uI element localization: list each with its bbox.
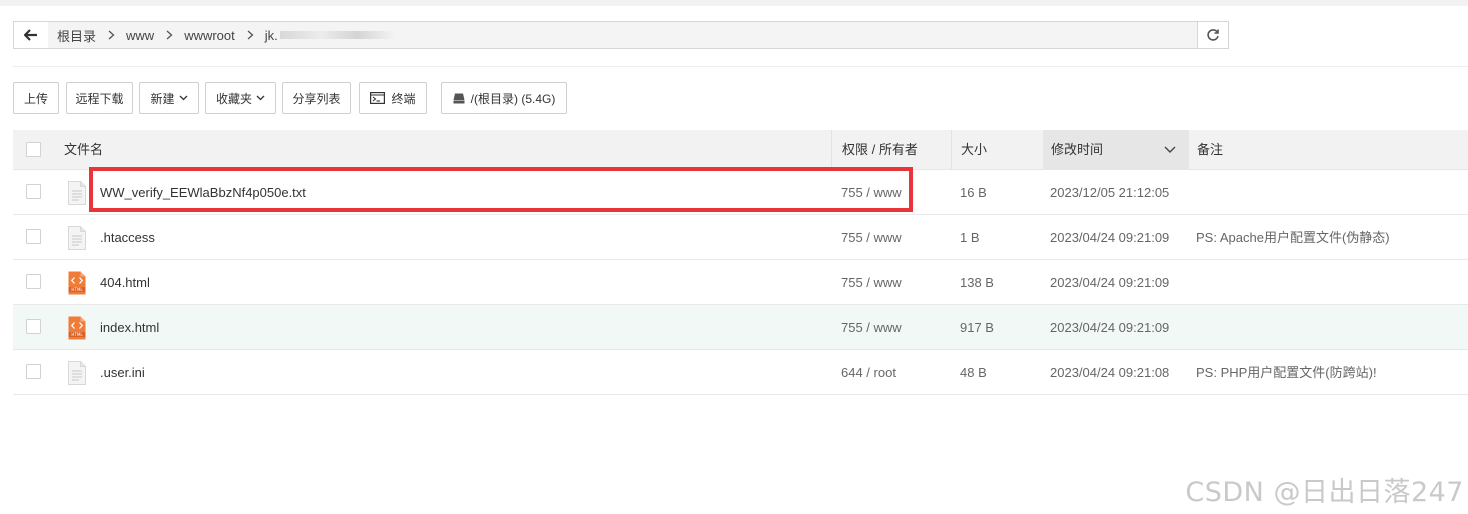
file-mtime: 2023/04/24 09:21:09 <box>1050 275 1170 290</box>
text-file-icon <box>68 226 86 250</box>
remote-download-label: 远程下载 <box>75 91 124 106</box>
file-permission[interactable]: 755 / www <box>841 215 902 259</box>
share-list-label: 分享列表 <box>292 91 341 106</box>
column-divider <box>831 130 832 169</box>
disk-label: /(根目录) (5.4G) <box>470 91 556 106</box>
chevron-down-icon <box>1164 146 1176 153</box>
table-row[interactable]: .user.ini 644 / root 48 B 2023/04/24 09:… <box>13 350 1468 395</box>
watermark-text: CSDN @日出日落247 <box>1185 477 1464 508</box>
file-size: 48 B <box>960 365 987 380</box>
file-name-link[interactable]: .user.ini <box>100 350 145 394</box>
file-permission[interactable]: 755 / www <box>841 305 902 349</box>
row-checkbox[interactable] <box>26 364 41 379</box>
file-mtime: 2023/04/24 09:21:09 <box>1050 320 1170 335</box>
text-file-icon <box>68 181 86 205</box>
table-row[interactable]: HTML 404.html 755 / www 138 B 2023/04/24… <box>13 260 1468 305</box>
refresh-icon <box>1207 29 1219 41</box>
file-size: 138 B <box>960 275 994 290</box>
table-row[interactable]: WW_verify_EEWlaBbzNf4p050e.txt 755 / www… <box>13 170 1468 215</box>
favorites-dropdown-button[interactable]: 收藏夹 <box>205 82 276 114</box>
chevron-down-icon <box>256 95 265 101</box>
file-name-link[interactable]: WW_verify_EEWlaBbzNf4p050e.txt <box>100 170 306 214</box>
file-table-header: 文件名 权限 / 所有者 大小 修改时间 备注 <box>13 130 1468 170</box>
file-name-link[interactable]: index.html <box>100 305 159 349</box>
chevron-right-icon <box>166 30 173 40</box>
table-row[interactable]: .htaccess 755 / www 1 B 2023/04/24 09:21… <box>13 215 1468 260</box>
upload-button[interactable]: 上传 <box>13 82 59 114</box>
select-all-checkbox[interactable] <box>26 142 41 157</box>
file-mtime: 2023/04/24 09:21:09 <box>1050 230 1170 245</box>
favorites-label: 收藏夹 <box>215 91 252 106</box>
svg-text:HTML: HTML <box>71 332 83 337</box>
remote-download-button[interactable]: 远程下载 <box>66 82 133 114</box>
text-file-icon <box>68 361 86 385</box>
column-header-mtime[interactable]: 修改时间 <box>1043 130 1189 169</box>
terminal-label: 终端 <box>391 91 416 106</box>
mtime-header-label: 修改时间 <box>1051 142 1104 157</box>
new-label: 新建 <box>150 91 175 106</box>
file-remark: PS: Apache用户配置文件(伪静态) <box>1196 230 1390 245</box>
chevron-right-icon <box>108 30 115 40</box>
column-header-name[interactable]: 文件名 <box>64 130 103 169</box>
row-checkbox[interactable] <box>26 274 41 289</box>
new-dropdown-button[interactable]: 新建 <box>139 82 199 114</box>
file-mtime: 2023/12/05 21:12:05 <box>1050 185 1170 200</box>
breadcrumb-item-site[interactable]: jk. <box>265 28 278 43</box>
upload-label: 上传 <box>23 91 48 106</box>
breadcrumb-item-root[interactable]: 根目录 <box>57 26 96 45</box>
file-size: 16 B <box>960 185 987 200</box>
file-size: 1 B <box>960 230 980 245</box>
file-remark: PS: PHP用户配置文件(防跨站)! <box>1196 365 1377 380</box>
row-checkbox[interactable] <box>26 184 41 199</box>
file-mtime: 2023/04/24 09:21:08 <box>1050 365 1170 380</box>
chevron-down-icon <box>179 95 187 101</box>
row-checkbox[interactable] <box>26 229 41 244</box>
html-file-icon: HTML <box>68 271 86 295</box>
file-permission[interactable]: 755 / www <box>841 260 902 304</box>
column-header-size[interactable]: 大小 <box>961 130 987 169</box>
top-strip <box>0 0 1468 6</box>
divider <box>13 66 1468 67</box>
terminal-icon <box>370 92 386 104</box>
file-permission[interactable]: 755 / www <box>841 170 902 214</box>
chevron-right-icon <box>247 30 254 40</box>
table-row[interactable]: HTML index.html 755 / www 917 B 2023/04/… <box>13 305 1468 350</box>
svg-text:HTML: HTML <box>71 287 83 292</box>
path-bar: 根目录 www wwwroot jk. <box>13 21 1229 49</box>
column-header-permission[interactable]: 权限 / 所有者 <box>842 130 918 169</box>
file-name-link[interactable]: 404.html <box>100 260 150 304</box>
back-button[interactable] <box>14 22 49 48</box>
arrow-left-icon <box>24 29 37 41</box>
disk-button[interactable]: /(根目录) (5.4G) <box>441 82 567 114</box>
row-checkbox[interactable] <box>26 319 41 334</box>
refresh-button[interactable] <box>1197 22 1228 48</box>
redacted-path-segment <box>279 31 398 39</box>
column-divider <box>951 130 952 169</box>
disk-icon <box>453 93 465 103</box>
breadcrumb: 根目录 www wwwroot jk. <box>48 22 1198 48</box>
breadcrumb-item-wwwroot[interactable]: wwwroot <box>184 28 235 43</box>
breadcrumb-item-www[interactable]: www <box>126 28 154 43</box>
terminal-button[interactable]: 终端 <box>359 82 427 114</box>
file-name-link[interactable]: .htaccess <box>100 215 155 259</box>
column-header-remark[interactable]: 备注 <box>1197 130 1223 169</box>
html-file-icon: HTML <box>68 316 86 340</box>
share-list-button[interactable]: 分享列表 <box>282 82 351 114</box>
file-size: 917 B <box>960 320 994 335</box>
file-permission[interactable]: 644 / root <box>841 350 896 394</box>
